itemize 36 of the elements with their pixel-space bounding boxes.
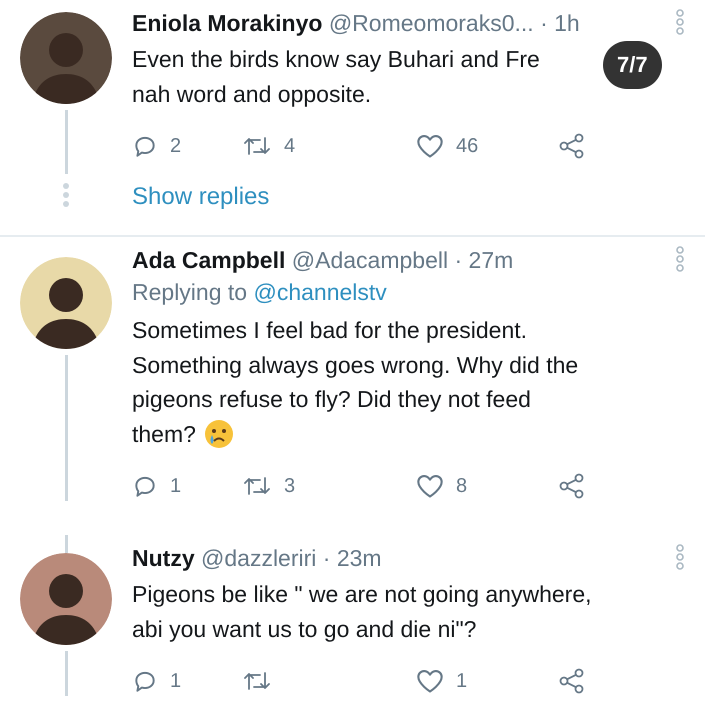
show-replies-link[interactable]: Show replies: [132, 183, 270, 211]
tweet-text: Even the birds know say Buhari and Fre: [132, 45, 540, 74]
tweet-text: Sometimes I feel bad for the president.: [132, 316, 528, 345]
replie-count: 2: [170, 134, 182, 158]
replying-to-text: Replying to @channelstv: [132, 278, 388, 307]
tweet-text: them?: [132, 420, 196, 448]
replie-count: 1: [170, 474, 182, 498]
avatar[interactable]: [20, 257, 112, 349]
tweet-text: nah word and opposite.: [132, 80, 372, 109]
tweet-header: Nutzy @dazzleriri · 23m: [132, 544, 383, 573]
replie-count: 1: [170, 670, 182, 692]
avatar[interactable]: [20, 12, 112, 104]
like-count: 8: [456, 474, 468, 498]
heart-icon[interactable]: [416, 133, 444, 159]
heart-icon[interactable]: [416, 473, 444, 499]
heart-icon[interactable]: [416, 668, 444, 694]
retweet-icon[interactable]: [242, 474, 272, 498]
avatar[interactable]: [20, 553, 112, 645]
mention-link[interactable]: @channelstv: [253, 279, 387, 305]
retweet-icon[interactable]: [242, 134, 272, 158]
tweet-text: Pigeons be like " we are not going anywhere,: [132, 580, 592, 609]
tweet-header: Eniola Morakinyo @Romeomoraks0... · 1h: [132, 9, 581, 38]
tweet-text: Something always goes wrong. Why did the: [132, 350, 578, 380]
share-icon[interactable]: [558, 667, 586, 695]
like-count: 1: [456, 670, 468, 692]
retweet-count: 4: [284, 134, 296, 158]
share-icon[interactable]: [558, 472, 586, 500]
retweet-icon[interactable]: [242, 669, 272, 693]
tweet-header: Ada Campbell @Adacampbell · 27m: [132, 246, 514, 275]
page-counter-badge: 7/7: [603, 41, 662, 89]
share-icon[interactable]: [558, 132, 586, 160]
thread-line: [64, 535, 68, 553]
tweet-text: pigeons refuse to fly? Did they not feed: [132, 385, 531, 414]
tweet-text: abi you want us to go and die ni"?: [132, 614, 476, 644]
retweet-count: 3: [284, 474, 296, 498]
like-count: 46: [456, 134, 478, 158]
